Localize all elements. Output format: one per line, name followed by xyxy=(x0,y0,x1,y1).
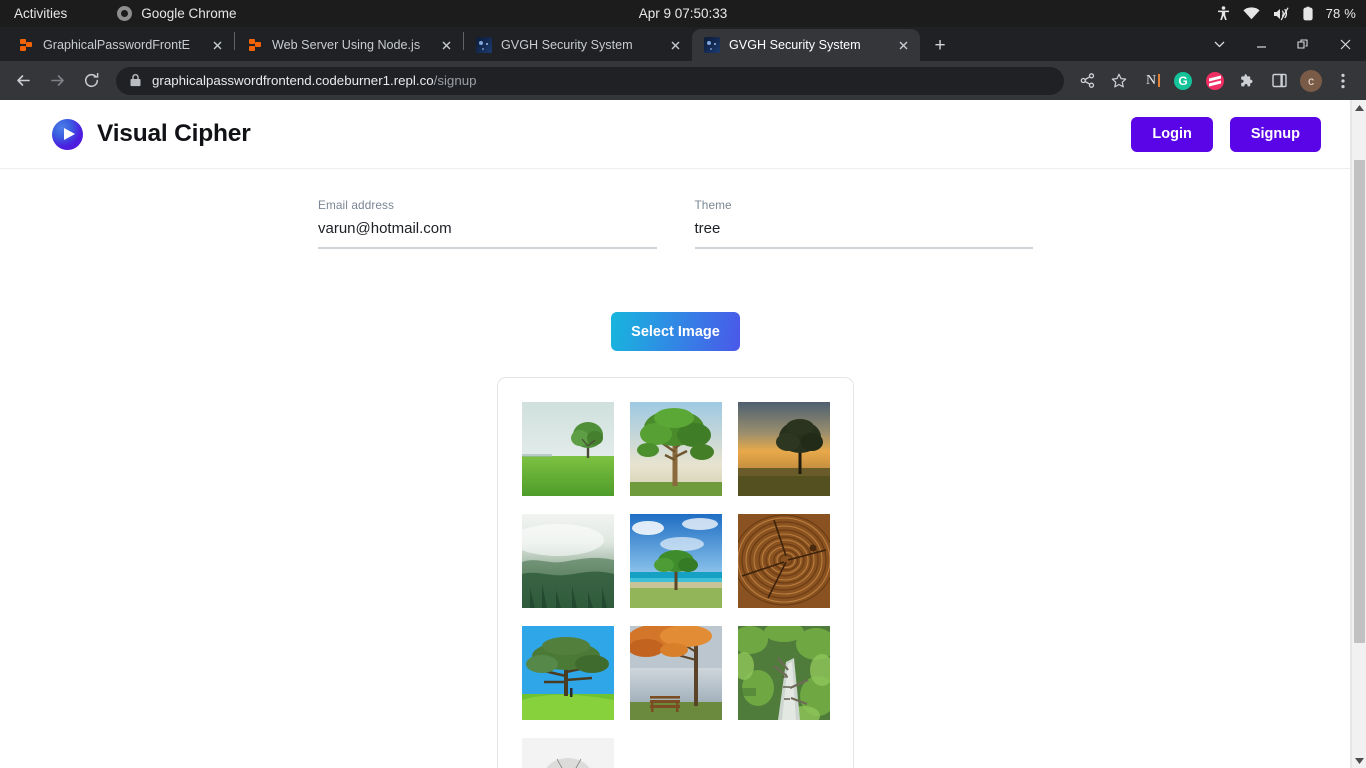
chevron-down-icon[interactable] xyxy=(1198,27,1240,61)
tab-title: Web Server Using Node.js xyxy=(272,38,421,52)
login-button[interactable]: Login xyxy=(1131,116,1213,152)
theme-field-label: Theme xyxy=(694,198,732,212)
page-title: Visual Cipher xyxy=(97,120,251,147)
header-actions: Login Signup xyxy=(1131,116,1321,152)
side-panel-icon[interactable] xyxy=(1264,66,1294,96)
back-arrow-icon[interactable] xyxy=(8,66,38,96)
active-app-indicator[interactable]: Google Chrome xyxy=(117,6,237,21)
url-path: /signup xyxy=(433,73,477,88)
play-circle-logo xyxy=(52,118,83,150)
accessibility-icon[interactable] xyxy=(1217,6,1230,21)
maximize-icon[interactable] xyxy=(1282,27,1324,61)
wifi-icon[interactable] xyxy=(1242,7,1260,20)
close-icon[interactable] xyxy=(666,36,684,54)
site-header: Visual Cipher Login Signup xyxy=(0,100,1351,169)
gallery-image-misty-forest[interactable] xyxy=(521,514,614,609)
activities-button[interactable]: Activities xyxy=(14,6,67,21)
email-field-group: Email address varun@hotmail.com xyxy=(318,198,657,250)
avatar: c xyxy=(1300,69,1322,92)
forward-arrow-icon[interactable] xyxy=(42,66,72,96)
select-image-wrap: Select Image xyxy=(0,312,1351,352)
gvgh-icon xyxy=(476,37,492,53)
window-controls xyxy=(1198,27,1366,61)
address-bar[interactable]: graphicalpasswordfrontend.codeburner1.re… xyxy=(116,66,1064,95)
active-app-label: Google Chrome xyxy=(141,6,237,21)
browser-tab-2[interactable]: Web Server Using Node.js xyxy=(235,29,463,61)
extensions-puzzle-icon[interactable] xyxy=(1232,66,1262,96)
address-bar-url: graphicalpasswordfrontend.codeburner1.re… xyxy=(152,73,477,88)
gallery-image-spreading-oak-hill[interactable] xyxy=(521,626,614,721)
image-gallery xyxy=(497,377,854,768)
scroll-down-arrow-icon[interactable] xyxy=(1352,753,1366,768)
viewport-edge xyxy=(1350,100,1351,768)
system-clock[interactable]: Apr 9 07:50:33 xyxy=(639,6,728,21)
gallery-image-large-oak-blue-sky[interactable] xyxy=(629,402,722,497)
new-tab-button[interactable]: + xyxy=(926,31,954,59)
gvgh-icon xyxy=(704,37,720,53)
theme-field-group: Theme tree xyxy=(694,198,1033,250)
url-host: graphicalpasswordfrontend.codeburner1.re… xyxy=(152,73,434,88)
brand[interactable]: Visual Cipher xyxy=(52,118,251,150)
gallery-image-looking-up-birch[interactable] xyxy=(737,626,830,721)
browser-tab-strip: GraphicalPasswordFrontE Web Server Using… xyxy=(0,27,1366,61)
page-scrollbar[interactable] xyxy=(1351,100,1366,768)
gallery-image-tree-in-green-field[interactable] xyxy=(521,402,614,497)
extension-pink-icon[interactable] xyxy=(1200,66,1230,96)
close-icon[interactable] xyxy=(437,36,455,54)
close-icon[interactable] xyxy=(208,36,226,54)
bookmark-star-icon[interactable] xyxy=(1104,66,1134,96)
close-icon[interactable] xyxy=(1324,27,1366,61)
reload-icon[interactable] xyxy=(76,66,106,96)
tab-title: GVGH Security System xyxy=(501,38,633,52)
tab-title: GVGH Security System xyxy=(729,38,861,52)
lock-icon xyxy=(130,74,141,87)
scrollbar-thumb[interactable] xyxy=(1354,160,1365,643)
chrome-icon xyxy=(117,6,133,21)
theme-input[interactable]: tree xyxy=(694,220,1033,250)
share-icon[interactable] xyxy=(1072,66,1102,96)
select-image-button[interactable]: Select Image xyxy=(611,312,740,352)
email-input[interactable]: varun@hotmail.com xyxy=(318,220,657,250)
signup-button[interactable]: Signup xyxy=(1229,116,1321,152)
extension-n-label: N xyxy=(1145,72,1161,88)
gallery-image-tree-rings-cross-section[interactable] xyxy=(737,514,830,609)
toolbar-icon-group: N G c xyxy=(1072,66,1358,96)
extension-n-icon[interactable]: N xyxy=(1136,66,1166,96)
grammarly-label: G xyxy=(1174,71,1192,90)
browser-toolbar: graphicalpasswordfrontend.codeburner1.re… xyxy=(0,61,1366,100)
battery-icon[interactable] xyxy=(1302,6,1313,21)
gallery-image-beach-tree[interactable] xyxy=(629,514,722,609)
form-row: Email address varun@hotmail.com Theme tr… xyxy=(0,198,1351,250)
browser-tab-4-active[interactable]: GVGH Security System xyxy=(692,29,920,61)
page-viewport: Visual Cipher Login Signup Email address… xyxy=(0,100,1351,768)
replit-icon xyxy=(18,37,34,53)
battery-percent-label: 78 % xyxy=(1325,6,1356,21)
profile-avatar-icon[interactable]: c xyxy=(1296,66,1326,96)
browser-tab-3[interactable]: GVGH Security System xyxy=(464,29,692,61)
gnome-top-bar: Activities Google Chrome Apr 9 07:50:33 xyxy=(0,0,1366,27)
gallery-image-tree-at-sunset[interactable] xyxy=(737,402,830,497)
gallery-image-autumn-tree-bench[interactable] xyxy=(629,626,722,721)
chrome-menu-icon[interactable] xyxy=(1328,66,1358,96)
close-icon[interactable] xyxy=(894,36,912,54)
gallery-image-bare-tree-snow[interactable] xyxy=(521,738,614,768)
grammarly-icon[interactable]: G xyxy=(1168,66,1198,96)
minimize-icon[interactable] xyxy=(1240,27,1282,61)
replit-icon xyxy=(247,37,263,53)
tab-title: GraphicalPasswordFrontE xyxy=(43,38,190,52)
browser-tab-1[interactable]: GraphicalPasswordFrontE xyxy=(6,29,234,61)
scroll-up-arrow-icon[interactable] xyxy=(1352,100,1366,115)
volume-muted-icon[interactable] xyxy=(1273,7,1290,21)
system-status-area[interactable]: 78 % xyxy=(1217,0,1356,27)
signup-form-content: Email address varun@hotmail.com Theme tr… xyxy=(0,169,1351,768)
email-field-label: Email address xyxy=(318,198,395,212)
